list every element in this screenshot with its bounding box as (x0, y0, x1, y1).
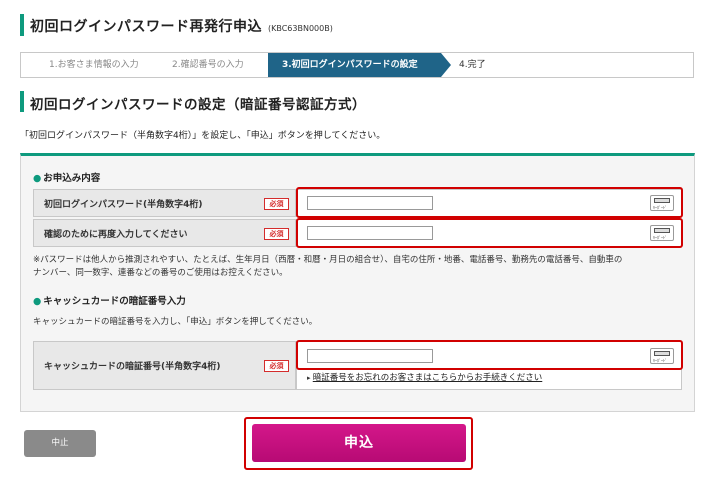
section-title: 初回ログインパスワードの設定（暗証番号認証方式） (30, 97, 366, 113)
pin-label-cell: キャッシュカードの暗証番号(半角数字4桁) 必須 (33, 341, 296, 390)
section-intro: 「初回ログインパスワード（半角数字4桁）」を設定し、「申込」ボタンを押してくださ… (20, 131, 386, 141)
password-label-cell: 初回ログインパスワード(半角数字4桁) 必須 (33, 189, 296, 217)
highlight-confirm (296, 218, 683, 248)
progress-steps: 1.お客さま情報の入力 2.確認番号の入力 3.初回ログインパスワードの設定 4… (20, 52, 694, 78)
pin-label: キャッシュカードの暗証番号(半角数字4桁) (44, 362, 221, 372)
step-2: 2.確認番号の入力 (172, 60, 244, 70)
cancel-button[interactable]: 中止 (24, 430, 96, 457)
step-4: 4.完了 (459, 60, 486, 70)
required-badge: 必須 (264, 228, 289, 240)
submit-button[interactable]: 申込 (252, 424, 466, 462)
forgot-pin-link[interactable]: 暗証番号をお忘れのお客さまはこちらからお手続きください (313, 373, 543, 383)
required-badge: 必須 (264, 360, 289, 372)
group2-description: キャッシュカードの暗証番号を入力し、「申込」ボタンを押してください。 (33, 317, 318, 327)
group1-title: ● お申込み内容 (33, 173, 101, 184)
confirm-label-cell: 確認のために再度入力してください 必須 (33, 219, 296, 247)
step-1: 1.お客さま情報の入力 (49, 60, 139, 70)
group2-title: ● キャッシュカードの暗証番号入力 (33, 296, 186, 307)
highlight-password (296, 187, 683, 218)
section-accent-bar (20, 91, 24, 112)
arrow-right-icon: ▸ (307, 374, 311, 382)
confirm-label: 確認のために再度入力してください (44, 229, 188, 240)
page-code: (KBC63BN000B) (268, 24, 333, 33)
title-accent-bar (20, 14, 24, 36)
highlight-pin (296, 340, 683, 370)
required-badge: 必須 (264, 198, 289, 210)
password-note: ※パスワードは他人から推測されやすい、たとえば、生年月日（西暦・和暦・月日の組合… (33, 255, 623, 278)
page-title: 初回ログインパスワード再発行申込 (KBC63BN000B) (30, 19, 333, 35)
step-3-active: 3.初回ログインパスワードの設定 (268, 53, 451, 77)
forgot-pin-row: ▸ 暗証番号をお忘れのお客さまはこちらからお手続きください (307, 371, 542, 383)
password-label: 初回ログインパスワード(半角数字4桁) (44, 199, 203, 210)
